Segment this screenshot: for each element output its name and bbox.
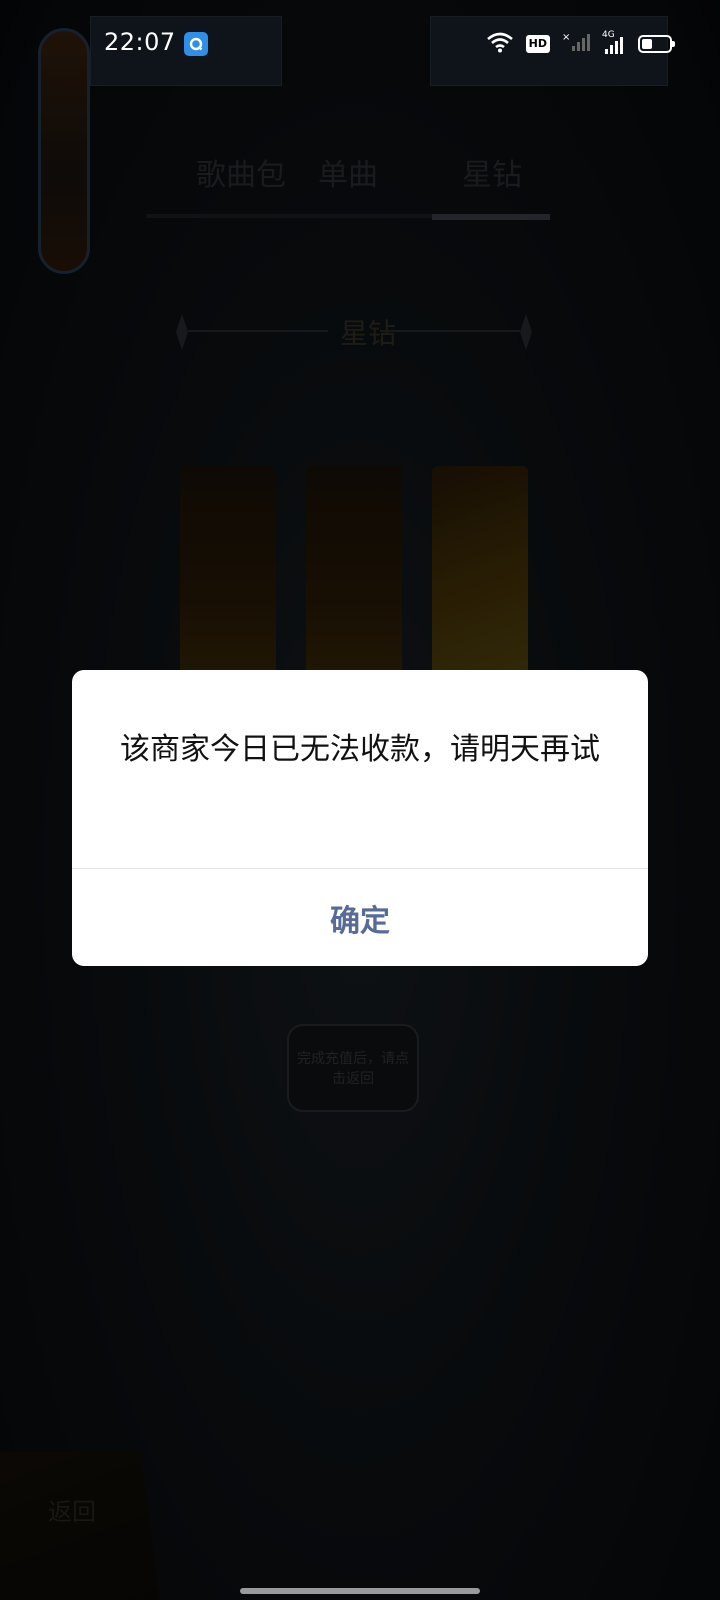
wifi-icon xyxy=(486,31,514,57)
no-signal-icon: × xyxy=(562,31,590,57)
alert-dialog: 该商家今日已无法收款，请明天再试 确定 xyxy=(72,670,648,966)
dialog-message: 该商家今日已无法收款，请明天再试 xyxy=(120,732,600,767)
status-time: 22:07 xyxy=(104,28,176,56)
app-q-icon xyxy=(184,32,208,56)
signal-icon: 4G xyxy=(602,30,626,56)
status-icons: HD × 4G xyxy=(486,30,675,58)
status-bar: 22:07 HD × 4G xyxy=(0,0,720,90)
screen: 歌曲包 单曲 星钻 星钻 完成充值后，请点击返回 返回 22:07 HD × 4… xyxy=(0,0,720,1600)
battery-icon xyxy=(638,35,675,53)
confirm-button[interactable]: 确定 xyxy=(72,869,648,966)
hd-icon: HD xyxy=(525,35,550,53)
home-indicator[interactable] xyxy=(240,1588,480,1594)
battery-level xyxy=(642,39,652,49)
svg-text:×: × xyxy=(562,32,570,43)
